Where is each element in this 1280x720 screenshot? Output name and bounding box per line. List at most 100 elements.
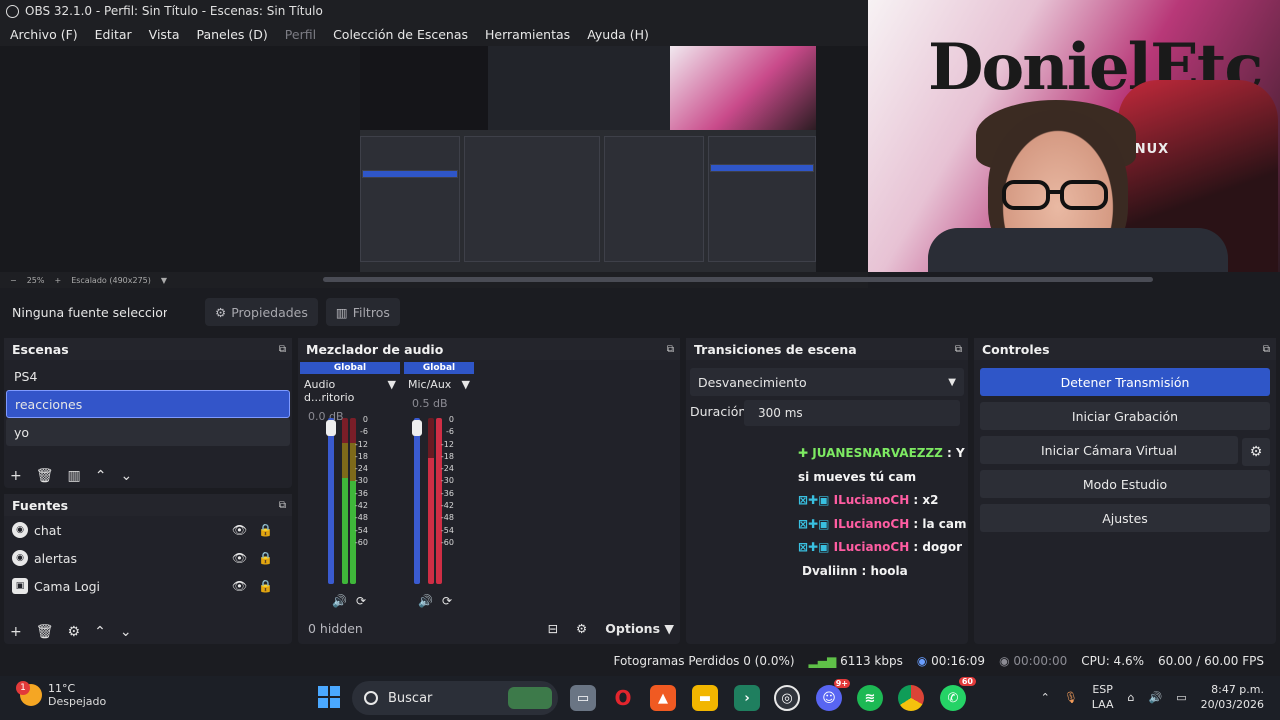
add-scene-icon[interactable]: + xyxy=(10,468,22,484)
start-recording-button[interactable]: Iniciar Grabación xyxy=(980,402,1270,430)
remove-source-icon[interactable]: 🗑 xyxy=(36,624,54,640)
virtual-camera-settings-icon[interactable]: ⚙ xyxy=(1242,438,1270,466)
menu-tools[interactable]: Herramientas xyxy=(475,27,577,42)
chrome-icon[interactable] xyxy=(898,685,924,711)
opera-icon[interactable]: O xyxy=(610,685,636,711)
add-source-icon[interactable]: + xyxy=(10,624,22,640)
transition-select[interactable]: Desvanecimiento ▼ xyxy=(690,368,964,396)
channel-db: 0.5 dB xyxy=(412,397,448,410)
weather-badge: 1 xyxy=(16,681,30,695)
studio-mode-button[interactable]: Modo Estudio xyxy=(980,470,1270,498)
stop-streaming-button[interactable]: Detener Transmisión xyxy=(980,368,1270,396)
preview-canvas[interactable] xyxy=(0,46,868,272)
preview-scrollbar[interactable] xyxy=(323,277,1153,282)
scale-dropdown-icon[interactable]: ▼ xyxy=(161,276,167,285)
menu-scene-collection[interactable]: Colección de Escenas xyxy=(323,27,475,42)
speaker-icon[interactable]: 🔊 xyxy=(418,594,433,608)
volume-slider-track[interactable] xyxy=(328,418,334,584)
source-item-cama-logi[interactable]: ▣ Cama Logi 👁 🔒 xyxy=(4,572,292,600)
float-dock-icon[interactable]: ⧉ xyxy=(279,500,286,511)
brave-icon[interactable]: ▲ xyxy=(650,685,676,711)
source-item-alertas[interactable]: ◉ alertas 👁 🔒 xyxy=(4,544,292,572)
float-dock-icon[interactable]: ⧉ xyxy=(279,344,286,355)
float-dock-icon[interactable]: ⧉ xyxy=(1263,344,1270,355)
zoom-out-icon[interactable]: − xyxy=(10,276,17,285)
task-view-icon[interactable]: ▭ xyxy=(570,685,596,711)
terminal-icon[interactable]: › xyxy=(734,685,760,711)
options-label: Options xyxy=(605,621,661,636)
spotify-icon[interactable]: ≋ xyxy=(857,685,883,711)
windows-taskbar: 1 11°C Despejado Buscar ▭ O ▲ ▬ › ◎ ☺ 9+ … xyxy=(0,676,1280,720)
start-virtual-camera-button[interactable]: Iniciar Cámara Virtual xyxy=(980,436,1238,464)
discord-icon[interactable]: ☺ 9+ xyxy=(816,679,850,711)
move-up-icon[interactable]: ⌃ xyxy=(95,468,107,484)
lock-icon[interactable]: 🔒 xyxy=(258,551,273,565)
menu-edit[interactable]: Editar xyxy=(85,27,139,42)
windows-start-icon[interactable] xyxy=(318,686,340,708)
mixer-settings-icon[interactable]: ⚙ xyxy=(576,621,587,636)
person-body xyxy=(928,228,1228,272)
scene-item-ps4[interactable]: PS4 xyxy=(6,362,290,390)
transition-value: Desvanecimiento xyxy=(698,374,807,390)
chat-text: la cam xyxy=(922,516,967,531)
zoom-in-icon[interactable]: + xyxy=(54,276,61,285)
menu-file[interactable]: Archivo (F) xyxy=(0,27,85,42)
volume-slider-track[interactable] xyxy=(414,418,420,584)
move-down-icon[interactable]: ⌄ xyxy=(120,468,132,484)
remove-scene-icon[interactable]: 🗑 xyxy=(36,468,54,484)
volume-slider-handle[interactable] xyxy=(326,420,336,436)
audio-meter-left xyxy=(342,418,348,584)
fps-value: 60.00 / 60.00 FPS xyxy=(1158,654,1264,668)
language-code: ESP xyxy=(1092,683,1113,696)
mixer-layout-icon[interactable]: ⊟ xyxy=(548,621,558,636)
scene-item-yo[interactable]: yo xyxy=(6,418,290,446)
stream-time: 00:16:09 xyxy=(931,654,986,668)
source-settings-icon[interactable]: ⚙ xyxy=(68,624,81,640)
obs-taskbar-icon[interactable]: ◎ xyxy=(774,685,800,711)
properties-label: Propiedades xyxy=(231,304,308,320)
properties-button[interactable]: ⚙ Propiedades xyxy=(205,298,318,326)
menu-profile[interactable]: Perfil xyxy=(275,27,323,42)
float-dock-icon[interactable]: ⧉ xyxy=(955,344,962,355)
float-dock-icon[interactable]: ⧉ xyxy=(667,344,674,355)
volume-slider-handle[interactable] xyxy=(412,420,422,436)
monitor-settings-icon[interactable]: ⟳ xyxy=(442,594,452,608)
visibility-eye-icon[interactable]: 👁 xyxy=(232,579,247,593)
volume-icon[interactable]: 🔊 xyxy=(1148,691,1162,704)
weather-widget[interactable]: 1 11°C Despejado xyxy=(16,681,106,708)
visibility-eye-icon[interactable]: 👁 xyxy=(232,551,247,565)
duration-input[interactable]: 300 ms xyxy=(744,400,960,426)
source-item-chat[interactable]: ◉ chat 👁 🔒 xyxy=(4,516,292,544)
channel-menu-icon[interactable]: ▼ xyxy=(462,378,470,391)
lock-icon[interactable]: 🔒 xyxy=(258,523,273,537)
move-down-icon[interactable]: ⌄ xyxy=(120,624,132,640)
move-up-icon[interactable]: ⌃ xyxy=(94,624,106,640)
scene-item-reacciones[interactable]: reacciones xyxy=(6,390,290,418)
scene-filters-icon[interactable]: ▥ xyxy=(68,468,81,484)
menu-help[interactable]: Ayuda (H) xyxy=(577,27,656,42)
controls-title: Controles xyxy=(982,341,1050,357)
menu-docks[interactable]: Paneles (D) xyxy=(187,27,275,42)
options-button[interactable]: Options ▼ xyxy=(605,621,674,636)
lock-icon[interactable]: 🔒 xyxy=(258,579,273,593)
taskbar-clock[interactable]: 8:47 p.m. 20/03/2026 xyxy=(1201,682,1264,712)
microphone-icon[interactable]: 🎙 xyxy=(1064,691,1078,704)
filters-button[interactable]: ▥ Filtros xyxy=(325,298,400,326)
channel-menu-icon[interactable]: ▼ xyxy=(388,378,396,404)
settings-button[interactable]: Ajustes xyxy=(980,504,1270,532)
taskbar-search[interactable]: Buscar xyxy=(352,681,558,715)
menu-view[interactable]: Vista xyxy=(139,27,187,42)
monitor-settings-icon[interactable]: ⟳ xyxy=(356,594,366,608)
network-icon[interactable]: ⌂ xyxy=(1128,691,1135,704)
chat-text: hoola xyxy=(870,563,908,578)
whatsapp-icon[interactable]: ✆ 60 xyxy=(940,677,976,711)
battery-icon[interactable]: ▭ xyxy=(1176,691,1186,704)
chat-badge-icon: ✚ xyxy=(798,446,813,460)
no-source-label: Ninguna fuente seleccionada xyxy=(12,304,167,320)
speaker-icon[interactable]: 🔊 xyxy=(332,594,347,608)
dropped-frames: Fotogramas Perdidos 0 (0.0%) xyxy=(613,654,795,668)
show-hidden-icons-icon[interactable]: ⌃ xyxy=(1041,691,1050,704)
visibility-eye-icon[interactable]: 👁 xyxy=(232,523,247,537)
file-explorer-icon[interactable]: ▬ xyxy=(692,685,718,711)
webcam-overlay: DonielEtc AGNUX xyxy=(868,0,1280,272)
